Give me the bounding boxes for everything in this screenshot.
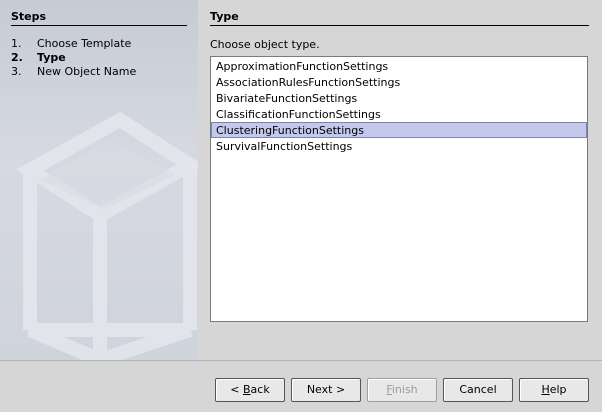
type-prompt: Choose object type. — [210, 38, 320, 51]
list-item[interactable]: SurvivalFunctionSettings — [211, 138, 587, 154]
list-item[interactable]: AssociationRulesFunctionSettings — [211, 74, 587, 90]
list-item[interactable]: ClusteringFunctionSettings — [211, 122, 587, 138]
step-label: Choose Template — [37, 37, 132, 50]
page-title: Type — [210, 10, 589, 26]
list-item[interactable]: ClassificationFunctionSettings — [211, 106, 587, 122]
back-button-pre: < — [230, 383, 243, 396]
step-item: 2. Type — [11, 51, 136, 65]
steps-list: 1. Choose Template 2. Type 3. New Object Name — [11, 37, 136, 79]
cancel-button[interactable]: Cancel — [443, 378, 513, 402]
step-item: 3. New Object Name — [11, 65, 136, 79]
help-button-mnemonic: H — [541, 383, 550, 396]
object-type-list[interactable]: ApproximationFunctionSettings Association… — [210, 56, 588, 322]
steps-heading: Steps — [11, 10, 187, 26]
step-number: 2. — [11, 51, 23, 64]
help-button-post: elp — [549, 383, 567, 396]
step-label: New Object Name — [37, 65, 137, 78]
finish-button[interactable]: Finish — [367, 378, 437, 402]
back-button-post: ack — [250, 383, 270, 396]
step-label: Type — [37, 51, 66, 64]
footer-divider — [0, 360, 602, 361]
back-button[interactable]: < Back — [215, 378, 285, 402]
help-button[interactable]: Help — [519, 378, 589, 402]
list-item[interactable]: BivariateFunctionSettings — [211, 90, 587, 106]
step-item: 1. Choose Template — [11, 37, 136, 51]
steps-sidebar: Steps 1. Choose Template 2. Type 3. New Objec… — [0, 0, 198, 360]
list-item[interactable]: ApproximationFunctionSettings — [211, 58, 587, 74]
step-number: 3. — [11, 65, 22, 78]
back-button-mnemonic: B — [243, 383, 251, 396]
step-number: 1. — [11, 37, 22, 50]
next-button[interactable]: Next > — [291, 378, 361, 402]
finish-button-post: inish — [391, 383, 418, 396]
